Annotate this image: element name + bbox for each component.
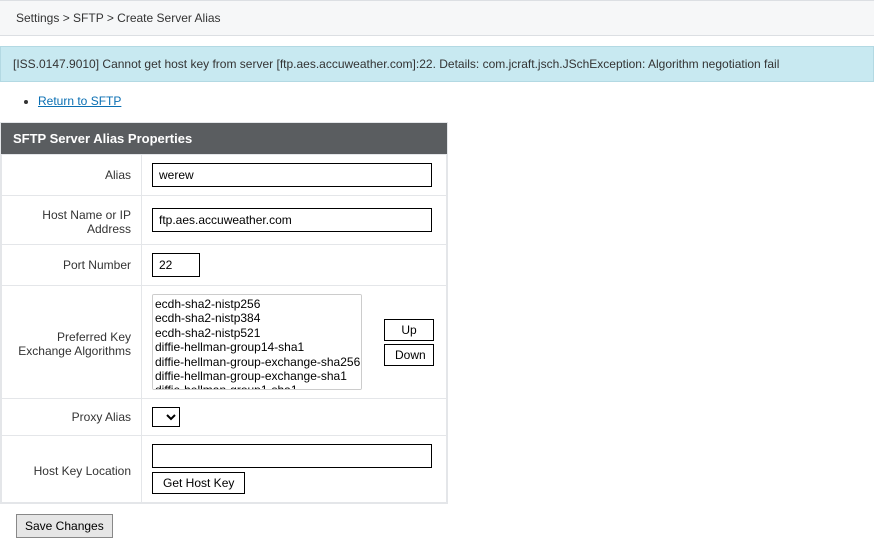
keyex-option[interactable]: diffie-hellman-group-exchange-sha1: [155, 369, 359, 383]
keyex-select[interactable]: ecdh-sha2-nistp256ecdh-sha2-nistp384ecdh…: [152, 294, 362, 390]
properties-panel: SFTP Server Alias Properties Alias Host …: [0, 122, 448, 504]
proxy-select[interactable]: [152, 407, 180, 427]
hostkey-input[interactable]: [152, 444, 432, 468]
keyex-label: Preferred Key Exchange Algorithms: [2, 286, 142, 399]
save-changes-button[interactable]: Save Changes: [16, 514, 113, 538]
keyex-option[interactable]: ecdh-sha2-nistp384: [155, 311, 359, 325]
port-input[interactable]: [152, 253, 200, 277]
port-label: Port Number: [2, 245, 142, 286]
proxy-label: Proxy Alias: [2, 399, 142, 436]
hostkey-label: Host Key Location: [2, 436, 142, 503]
panel-title: SFTP Server Alias Properties: [1, 123, 447, 154]
alias-input[interactable]: [152, 163, 432, 187]
hostname-label: Host Name or IP Address: [2, 196, 142, 245]
breadcrumb: Settings > SFTP > Create Server Alias: [0, 0, 874, 36]
up-button[interactable]: Up: [384, 319, 434, 341]
keyex-option[interactable]: diffie-hellman-group-exchange-sha256: [155, 355, 359, 369]
keyex-option[interactable]: diffie-hellman-group14-sha1: [155, 340, 359, 354]
get-host-key-button[interactable]: Get Host Key: [152, 472, 245, 494]
alias-label: Alias: [2, 155, 142, 196]
keyex-option[interactable]: ecdh-sha2-nistp521: [155, 326, 359, 340]
error-alert: [ISS.0147.9010] Cannot get host key from…: [0, 46, 874, 82]
keyex-option[interactable]: ecdh-sha2-nistp256: [155, 297, 359, 311]
down-button[interactable]: Down: [384, 344, 434, 366]
return-link[interactable]: Return to SFTP: [38, 94, 121, 108]
keyex-option[interactable]: diffie-hellman-group1-sha1: [155, 383, 359, 390]
hostname-input[interactable]: [152, 208, 432, 232]
